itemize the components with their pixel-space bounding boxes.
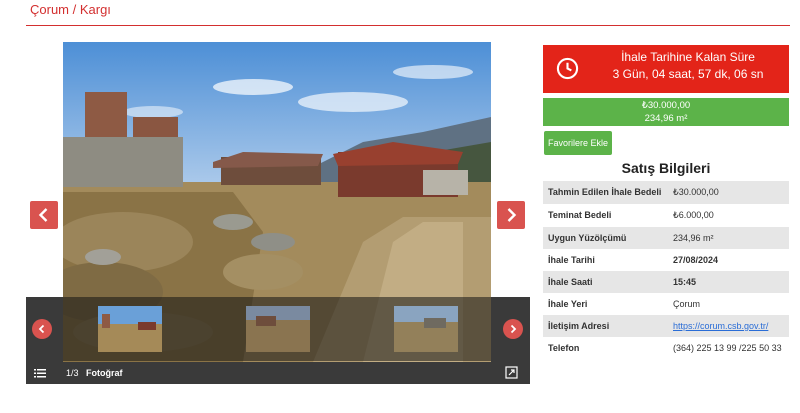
add-to-favorites-button[interactable]: Favorilere Ekle xyxy=(544,131,612,155)
row-value: Çorum xyxy=(668,293,789,315)
thumb-next-button[interactable] xyxy=(503,319,523,339)
header-divider xyxy=(26,25,790,26)
chevron-right-icon xyxy=(507,208,517,222)
expand-icon[interactable] xyxy=(505,366,518,379)
breadcrumb: Çorum / Kargı xyxy=(30,2,111,17)
sales-info-title: Satış Bilgileri xyxy=(621,160,711,176)
chevron-left-icon xyxy=(38,208,48,222)
row-value: 234,96 m² xyxy=(668,227,789,249)
thumbnail-3[interactable] xyxy=(394,306,458,352)
countdown-value: 3 Gün, 04 saat, 57 dk, 06 sn xyxy=(612,67,764,81)
row-key: Telefon xyxy=(543,337,668,359)
thumb-prev-button[interactable] xyxy=(32,319,52,339)
thumbnail-1[interactable] xyxy=(98,306,162,352)
row-key: Tahmin Edilen İhale Bedeli xyxy=(543,181,668,204)
hamburger-menu-icon[interactable] xyxy=(34,367,46,379)
row-value: 27/08/2024 xyxy=(668,249,789,271)
thumbnail-2[interactable] xyxy=(246,306,310,352)
clock-icon xyxy=(556,57,579,80)
sales-info-table: Tahmin Edilen İhale Bedeli ₺30.000,00 Te… xyxy=(543,181,789,359)
row-key: İhale Yeri xyxy=(543,293,668,315)
price-amount: ₺30.000,00 xyxy=(641,100,691,111)
auction-countdown: İhale Tarihine Kalan Süre 3 Gün, 04 saat… xyxy=(543,45,789,93)
row-key: İhale Tarihi xyxy=(543,249,668,271)
photo-counter: 1/3 xyxy=(66,368,79,378)
row-value: (364) 225 13 99 /225 50 33 xyxy=(668,337,789,359)
table-row: Teminat Bedeli ₺6.000,00 xyxy=(543,204,789,227)
prev-photo-button[interactable] xyxy=(30,201,58,229)
gallery-toolbar: 1/3 Fotoğraf xyxy=(26,362,530,384)
gallery-label: Fotoğraf xyxy=(86,368,123,378)
row-value: 15:45 xyxy=(668,271,789,293)
next-photo-button[interactable] xyxy=(497,201,525,229)
row-value: ₺6.000,00 xyxy=(668,204,789,227)
row-key: Uygun Yüzölçümü xyxy=(543,227,668,249)
chevron-left-icon xyxy=(38,324,45,334)
table-row: İhale Saati 15:45 xyxy=(543,271,789,293)
table-row: Telefon (364) 225 13 99 /225 50 33 xyxy=(543,337,789,359)
thumbnail-strip xyxy=(26,297,530,361)
price-summary: ₺30.000,00 234,96 m² xyxy=(543,98,789,126)
contact-address-link[interactable]: https://corum.csb.gov.tr/ xyxy=(673,321,768,331)
price-area: 234,96 m² xyxy=(644,113,688,124)
row-key: Teminat Bedeli xyxy=(543,204,668,227)
table-row: İhale Yeri Çorum xyxy=(543,293,789,315)
table-row: Uygun Yüzölçümü 234,96 m² xyxy=(543,227,789,249)
row-value: https://corum.csb.gov.tr/ xyxy=(668,315,789,337)
countdown-title: İhale Tarihine Kalan Süre xyxy=(621,50,755,64)
row-value: ₺30.000,00 xyxy=(668,181,789,204)
table-row: İletişim Adresi https://corum.csb.gov.tr… xyxy=(543,315,789,337)
table-row: Tahmin Edilen İhale Bedeli ₺30.000,00 xyxy=(543,181,789,204)
row-key: İletişim Adresi xyxy=(543,315,668,337)
chevron-right-icon xyxy=(510,324,517,334)
table-row: İhale Tarihi 27/08/2024 xyxy=(543,249,789,271)
row-key: İhale Saati xyxy=(543,271,668,293)
